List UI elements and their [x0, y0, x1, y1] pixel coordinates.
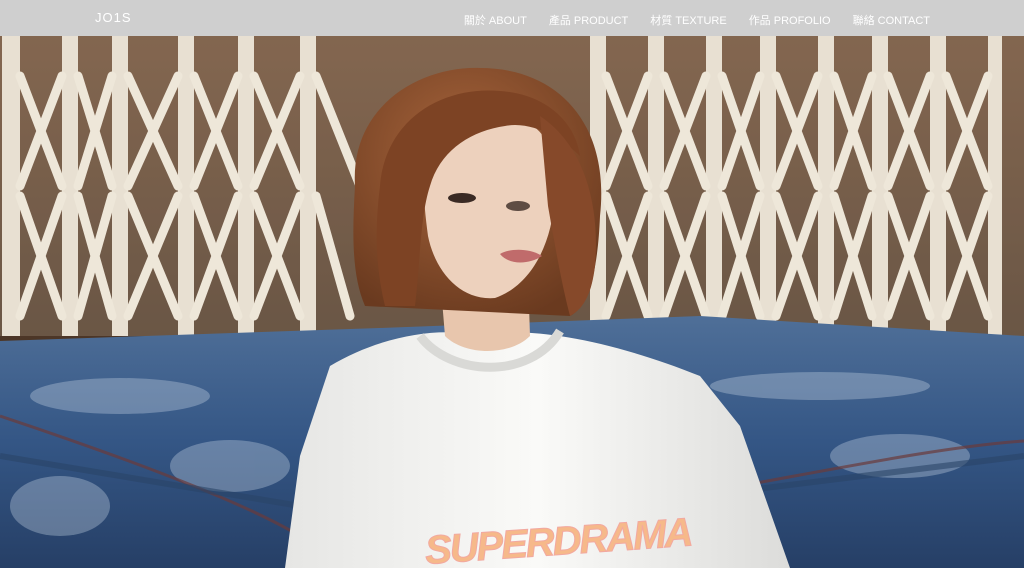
nav-link-portfolio[interactable]: 作品 PROFOLIO: [749, 15, 831, 27]
brand-logo-link[interactable]: JO1S: [95, 10, 132, 25]
menu-item-portfolio: 作品 PROFOLIO: [749, 11, 831, 29]
nav-link-texture[interactable]: 材質 TEXTURE: [650, 15, 726, 27]
menu-item-texture: 材質 TEXTURE: [650, 11, 726, 29]
menu-item-about: 關於 ABOUT: [464, 11, 527, 29]
nav-link-product[interactable]: 產品 PRODUCT: [549, 15, 628, 27]
top-navbar: JO1S 關於 ABOUT 產品 PRODUCT 材質 TEXTURE 作品 P…: [0, 0, 1024, 36]
hero-photo: SUPERDRAMA: [0, 36, 1024, 568]
right-eye: [506, 201, 530, 211]
landing-page: JO1S 關於 ABOUT 產品 PRODUCT 材質 TEXTURE 作品 P…: [0, 0, 1024, 568]
menu-item-contact: 聯絡 CONTACT: [853, 11, 930, 29]
menu-item-product: 產品 PRODUCT: [549, 11, 628, 29]
main-menu: 關於 ABOUT 產品 PRODUCT 材質 TEXTURE 作品 PROFOL…: [464, 11, 930, 29]
nav-link-contact[interactable]: 聯絡 CONTACT: [853, 15, 930, 27]
nav-link-about[interactable]: 關於 ABOUT: [464, 15, 527, 27]
left-eye: [448, 193, 476, 203]
hero-image: SUPERDRAMA: [0, 36, 1024, 568]
